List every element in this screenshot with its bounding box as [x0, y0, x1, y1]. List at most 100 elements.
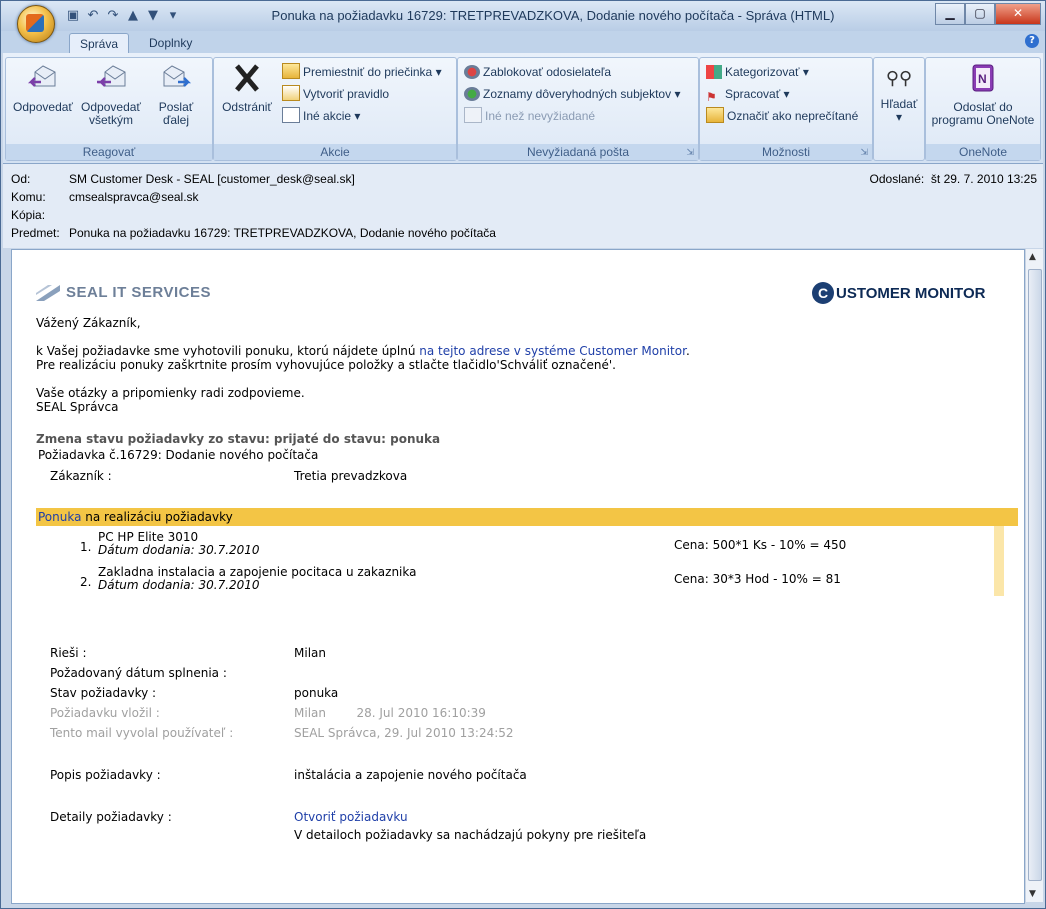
subject-value: Ponuka na požiadavku 16729: TRETPREVADZK…: [69, 226, 496, 240]
office-logo-icon: [26, 14, 44, 32]
description-value: inštalácia a zapojenie nového počítača: [294, 768, 527, 782]
next-item-icon[interactable]: ▼: [145, 8, 161, 24]
vertical-scrollbar[interactable]: ▲ ▼: [1025, 249, 1043, 902]
delete-button[interactable]: Odstrániť: [218, 62, 276, 114]
group-onenote: N Odoslať do programu OneNote OneNote: [925, 57, 1041, 161]
send-to-onenote-button[interactable]: N Odoslať do programu OneNote: [928, 62, 1038, 127]
follow-up-button[interactable]: ⚑ Spracovať ▾: [706, 84, 790, 104]
reply-all-label-2: všetkým: [88, 113, 133, 127]
offer-bar-link[interactable]: Ponuka: [38, 510, 81, 524]
customer-value: Tretia prevadzkova: [294, 469, 408, 483]
description-label: Popis požiadavky :: [50, 768, 161, 782]
block-sender-icon: [464, 65, 480, 79]
state-value: ponuka: [294, 686, 339, 700]
seal-logo-icon: [36, 284, 60, 301]
from-value[interactable]: SM Customer Desk - SEAL [customer_desk@s…: [69, 172, 355, 186]
group-caption-nevyziadana: Nevyžiadaná pošta: [458, 144, 698, 160]
reply-label: Odpovedať: [13, 100, 73, 114]
binoculars-icon: ⚲⚲: [885, 68, 913, 88]
create-rule-button[interactable]: Vytvoriť pravidlo: [282, 84, 389, 104]
offer-link[interactable]: na tejto adrese v systéme Customer Monit…: [419, 344, 686, 358]
undo-icon[interactable]: ↶: [85, 8, 101, 24]
maximize-button[interactable]: ▢: [965, 3, 995, 25]
group-caption-moznosti: Možnosti: [700, 144, 872, 160]
scroll-up-icon[interactable]: ▲: [1029, 252, 1036, 262]
item-2-name: Zakladna instalacia a zapojenie pocitaca…: [98, 565, 417, 579]
triggered-by-value: SEAL Správca, 29. Jul 2010 13:24:52: [294, 726, 514, 740]
close-button[interactable]: ✕: [995, 3, 1041, 25]
to-row: Komu: cmsealspravca@seal.sk: [11, 190, 199, 204]
group-caption-reagovat: Reagovať: [6, 144, 212, 160]
minimize-button[interactable]: ▁: [935, 3, 965, 25]
delete-x-icon: [235, 64, 259, 92]
open-request-link[interactable]: Otvoriť požiadavku: [294, 810, 408, 824]
item-2-date: Dátum dodania: 30.7.2010: [98, 578, 260, 592]
paragraph-offer: k Vašej požiadavke sme vyhotovili ponuku…: [36, 344, 690, 358]
greeting: Vážený Zákazník,: [36, 316, 141, 330]
scroll-down-icon[interactable]: ▼: [1029, 889, 1036, 899]
item-1-number: 1.: [80, 540, 92, 554]
categorize-icon: [706, 65, 722, 79]
dialog-launcher-icon[interactable]: ⇲: [860, 148, 868, 158]
reply-all-button[interactable]: Odpovedať všetkým: [78, 62, 144, 127]
window-controls: ▁ ▢ ✕: [935, 3, 1041, 25]
help-icon[interactable]: ?: [1025, 34, 1039, 48]
item-1-date: Dátum dodania: 30.7.2010: [98, 543, 260, 557]
group-caption-akcie: Akcie: [214, 144, 456, 160]
reply-all-icon: [97, 65, 126, 87]
save-icon[interactable]: ▣: [65, 8, 81, 24]
office-button[interactable]: [17, 5, 55, 43]
forward-icon: [163, 65, 192, 87]
categorize-button[interactable]: Kategorizovať ▾: [706, 62, 809, 82]
inserted-by-value: Milan 28. Jul 2010 16:10:39: [294, 706, 486, 720]
tab-sprava[interactable]: Správa: [69, 33, 130, 54]
customer-label: Zákazník :: [50, 469, 112, 483]
move-folder-icon: [282, 63, 300, 79]
forward-button[interactable]: Poslať ďalej: [146, 62, 206, 127]
previous-item-icon[interactable]: ▲: [125, 8, 141, 24]
group-caption-onenote: OneNote: [926, 144, 1040, 160]
item-2-number: 2.: [80, 575, 92, 589]
details-label: Detaily požiadavky :: [50, 810, 172, 824]
safe-lists-button[interactable]: Zoznamy dôveryhodných subjektov ▾: [464, 84, 680, 104]
onenote-label-2: programu OneNote: [931, 113, 1035, 127]
customize-qat-icon[interactable]: ▾: [165, 8, 181, 24]
other-actions-button[interactable]: Iné akcie ▾: [282, 106, 360, 126]
details-note: V detailoch požiadavky sa nachádzajú pok…: [294, 828, 647, 842]
move-to-folder-button[interactable]: Premiestniť do priečinka ▾: [282, 62, 442, 82]
dialog-launcher-icon[interactable]: ⇲: [686, 148, 694, 158]
group-find: ⚲⚲ Hľadať ▾: [873, 57, 925, 161]
from-row: Od: SM Customer Desk - SEAL [customer_des…: [11, 172, 355, 186]
outlook-message-window: ▣ ↶ ↷ ▲ ▼ ▾ Ponuka na požiadavku 16729: …: [0, 0, 1046, 909]
find-button[interactable]: ⚲⚲ Hľadať ▾: [878, 62, 920, 124]
flag-icon: ⚑: [706, 90, 717, 104]
ribbon: Odpovedať Odpovedať všetkým Poslať ďalej…: [3, 53, 1043, 164]
svg-text:N: N: [978, 72, 987, 86]
not-junk-button[interactable]: Iné než nevyžiadané: [464, 106, 595, 126]
offer-bar-title: Ponuka na realizáciu požiadavky: [38, 510, 233, 524]
reply-button[interactable]: Odpovedať: [10, 62, 76, 114]
status-change-heading: Zmena stavu požiadavky zo stavu: prijaté…: [36, 432, 441, 446]
redo-icon[interactable]: ↷: [105, 8, 121, 24]
ribbon-tabs: Správa Doplnky ?: [1, 31, 1045, 54]
offer-side-strip: [994, 526, 1004, 596]
reply-icon: [27, 65, 56, 87]
group-nevyziadana: Zablokovať odosielateľa Zoznamy dôveryho…: [457, 57, 699, 161]
cm-logo-circle-icon: C: [812, 282, 834, 304]
solver-label: Rieši :: [50, 646, 87, 660]
block-sender-button[interactable]: Zablokovať odosielateľa: [464, 62, 611, 82]
to-value[interactable]: cmsealspravca@seal.sk: [69, 190, 199, 204]
request-line: Požiadavka č.16729: Dodanie nového počít…: [38, 448, 319, 462]
item-1-price: Cena: 500*1 Ks - 10% = 450: [674, 538, 847, 552]
onenote-icon: N: [972, 64, 994, 92]
sent-value: št 29. 7. 2010 13:25: [930, 172, 1037, 186]
paragraph-instructions: Pre realizáciu ponuky zaškrtnite prosím …: [36, 358, 616, 372]
item-2-price: Cena: 30*3 Hod - 10% = 81: [674, 572, 841, 586]
rule-icon: [282, 85, 300, 101]
scroll-thumb[interactable]: [1028, 269, 1042, 881]
tab-doplnky[interactable]: Doplnky: [139, 33, 202, 53]
solver-value: Milan: [294, 646, 326, 660]
mark-unread-button[interactable]: Označiť ako neprečítané: [706, 106, 858, 126]
paragraph-questions: Vaše otázky a pripomienky radi zodpoviem…: [36, 386, 305, 400]
safe-lists-icon: [464, 87, 480, 101]
